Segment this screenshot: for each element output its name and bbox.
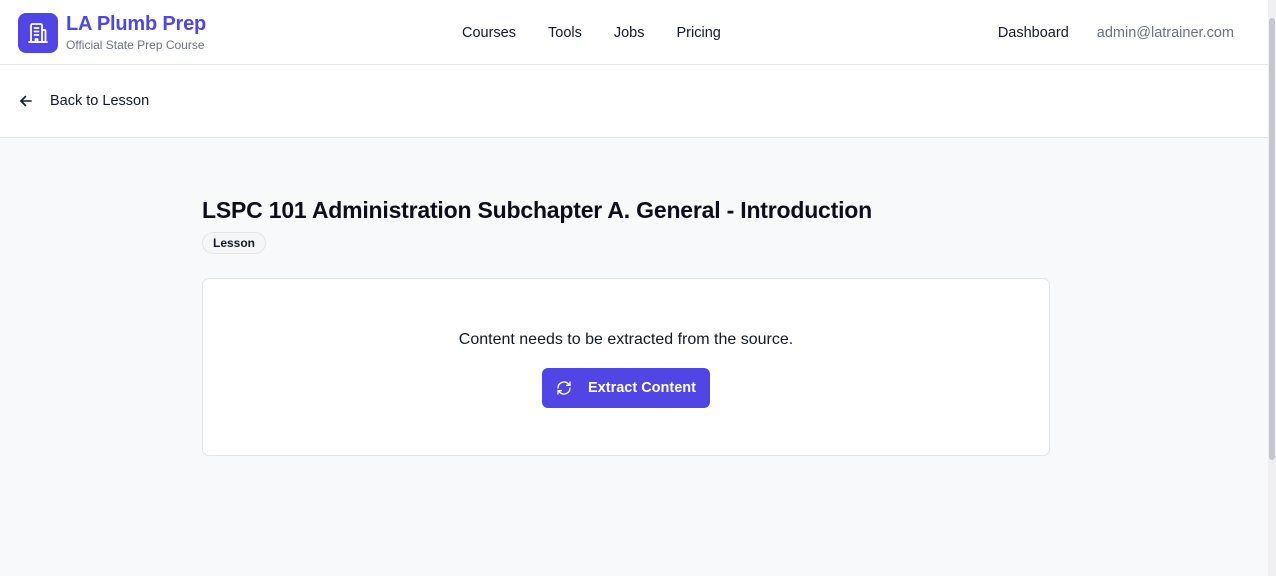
brand-subtitle: Official State Prep Course [66,38,205,52]
brand-text: LA Plumb Prep Official State Prep Course [66,12,206,53]
user-nav: Dashboard admin@latrainer.com [998,0,1234,65]
extract-message: Content needs to be extracted from the s… [458,331,794,348]
brand-home-link[interactable]: LA Plumb Prep Official State Prep Course [18,12,206,53]
page-scrollbar[interactable] [1268,0,1276,576]
refresh-icon [556,380,572,396]
nav-link-pricing[interactable]: Pricing [661,25,737,41]
dashboard-link[interactable]: Dashboard [998,25,1069,41]
page: LA Plumb Prep Official State Prep Course… [0,0,1268,576]
page-title: LSPC 101 Administration Subchapter A. Ge… [202,197,872,223]
building-icon [18,12,58,53]
nav-link-courses[interactable]: Courses [446,25,532,41]
lesson-content: LSPC 101 Administration Subchapter A. Ge… [202,194,1050,456]
back-bar: Back to Lesson [0,65,1268,138]
brand-title: LA Plumb Prep [66,13,207,35]
top-navbar: LA Plumb Prep Official State Prep Course… [0,0,1268,65]
nav-link-tools[interactable]: Tools [532,25,598,41]
scrollbar-thumb[interactable] [1269,18,1275,460]
extract-content-button[interactable]: Extract Content [542,368,710,408]
lesson-type-badge: Lesson [202,232,267,254]
back-to-lesson-link[interactable]: Back to Lesson [18,93,149,109]
main-nav: Courses Tools Jobs Pricing [446,0,737,65]
arrow-left-icon [18,93,34,109]
back-link-label: Back to Lesson [50,93,150,109]
extract-button-label: Extract Content [588,380,696,396]
extract-content-card: Content needs to be extracted from the s… [202,278,1050,456]
nav-link-jobs[interactable]: Jobs [598,25,661,41]
user-email-link[interactable]: admin@latrainer.com [1097,25,1234,41]
